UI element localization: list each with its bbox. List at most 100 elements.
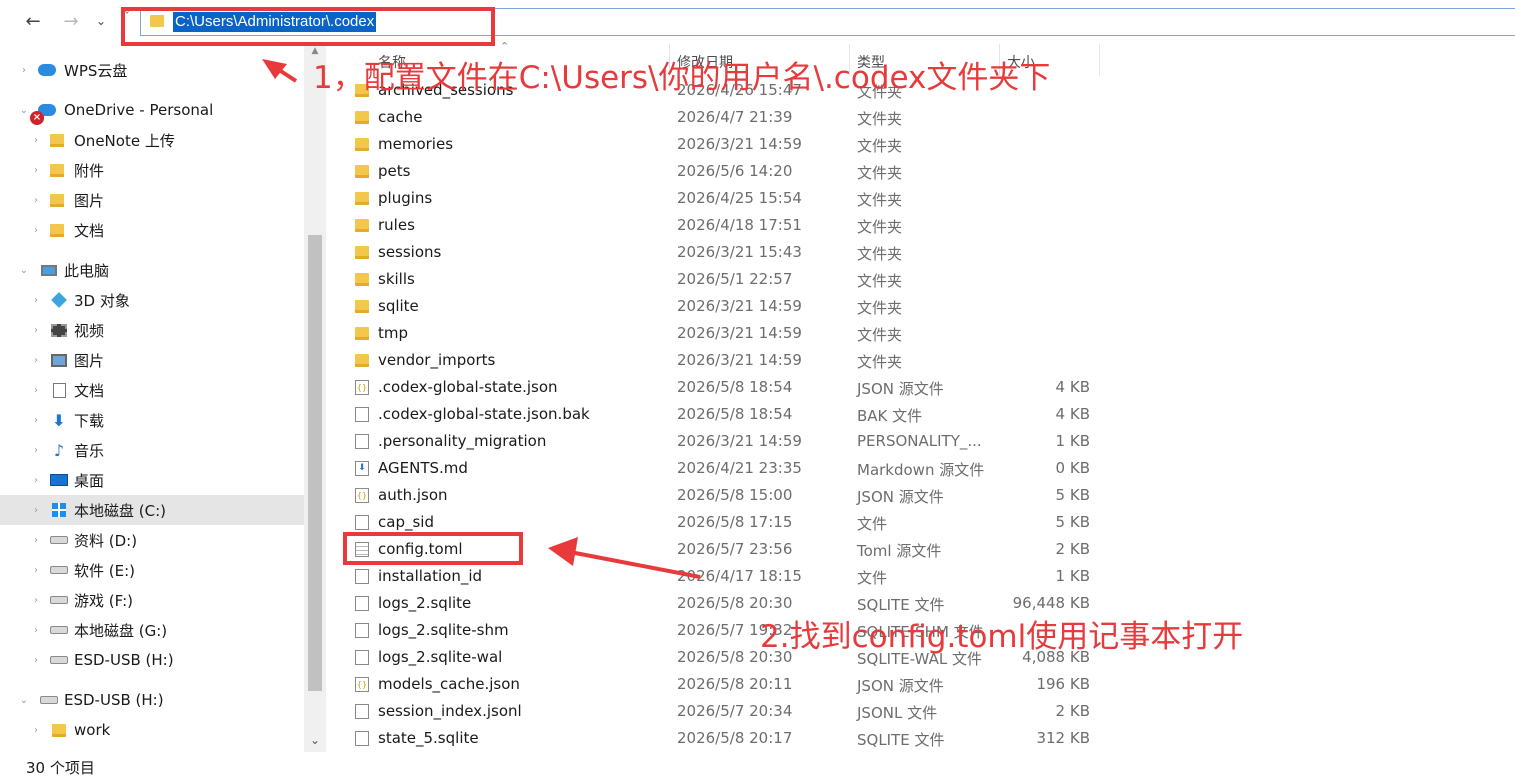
file-row[interactable]: cache 2026/4/7 21:39 文件夹 xyxy=(326,104,1515,131)
sidebar-item-videos[interactable]: › 视频 xyxy=(0,315,304,345)
file-row[interactable]: state_5.sqlite 2026/5/8 20:17 SQLITE 文件 312… xyxy=(326,725,1515,752)
file-row[interactable]: plugins 2026/4/25 15:54 文件夹 xyxy=(326,185,1515,212)
expand-arrow-icon[interactable]: ⌄ xyxy=(18,105,30,116)
expand-arrow-icon[interactable]: › xyxy=(30,535,42,546)
file-row[interactable]: ⬇ AGENTS.md 2026/4/21 23:35 Markdown 源文件 0 K… xyxy=(326,455,1515,482)
file-row[interactable]: sessions 2026/3/21 15:43 文件夹 xyxy=(326,239,1515,266)
file-size: 4 KB xyxy=(1055,378,1090,396)
file-row[interactable]: {} .codex-global-state.json 2026/5/8 18:54… xyxy=(326,374,1515,401)
file-name: pets xyxy=(378,162,411,180)
back-arrow-icon[interactable]: ← xyxy=(20,8,46,34)
sidebar-item-attachments[interactable]: › 附件 xyxy=(0,155,304,185)
file-name: logs_2.sqlite-shm xyxy=(378,621,509,639)
expand-arrow-icon[interactable]: › xyxy=(30,595,42,606)
sidebar-item-label: OneDrive - Personal xyxy=(64,101,214,119)
sidebar-item-onedrive-documents[interactable]: › 文档 xyxy=(0,215,304,245)
file-row[interactable]: sqlite 2026/3/21 14:59 文件夹 xyxy=(326,293,1515,320)
expand-arrow-icon[interactable]: ⌄ xyxy=(18,695,30,706)
sidebar-item-drive-g[interactable]: › 本地磁盘 (G:) xyxy=(0,615,304,645)
file-row[interactable]: session_index.jsonl 2026/5/7 20:34 JSONL 文… xyxy=(326,698,1515,725)
scroll-down-icon[interactable]: ⌄ xyxy=(304,728,326,752)
expand-arrow-icon[interactable]: › xyxy=(30,565,42,576)
sidebar-item-drive-f[interactable]: › 游戏 (F:) xyxy=(0,585,304,615)
file-row[interactable]: skills 2026/5/1 22:57 文件夹 xyxy=(326,266,1515,293)
sidebar-item-music[interactable]: › ♪ 音乐 xyxy=(0,435,304,465)
sidebar-item-onenote[interactable]: › OneNote 上传 xyxy=(0,125,304,155)
json-file-icon: {} xyxy=(355,488,369,503)
drive-icon xyxy=(50,532,68,548)
expand-arrow-icon[interactable]: › xyxy=(30,295,42,306)
file-date: 2026/5/8 18:54 xyxy=(677,378,793,396)
expand-arrow-icon[interactable]: › xyxy=(30,385,42,396)
expand-arrow-icon[interactable]: › xyxy=(18,65,30,76)
markdown-file-icon: ⬇ xyxy=(355,461,369,476)
file-row[interactable]: tmp 2026/3/21 14:59 文件夹 xyxy=(326,320,1515,347)
file-size: 2 KB xyxy=(1055,702,1090,720)
sidebar-item-label: 音乐 xyxy=(74,441,105,460)
sidebar-item-desktop[interactable]: › 桌面 xyxy=(0,465,304,495)
expand-arrow-icon[interactable]: ⌄ xyxy=(18,265,30,276)
sidebar-item-usb-h[interactable]: ⌄ ESD-USB (H:) xyxy=(0,685,304,715)
file-size: 5 KB xyxy=(1055,513,1090,531)
folder-icon xyxy=(355,165,369,178)
expand-arrow-icon[interactable]: › xyxy=(30,355,42,366)
file-icon xyxy=(355,515,369,530)
sidebar-item-onedrive-pictures[interactable]: › 图片 xyxy=(0,185,304,215)
file-icon xyxy=(355,407,369,422)
file-row[interactable]: memories 2026/3/21 14:59 文件夹 xyxy=(326,131,1515,158)
file-type: JSON 源文件 xyxy=(857,677,944,695)
sidebar-item-drive-c[interactable]: › 本地磁盘 (C:) xyxy=(0,495,304,525)
file-name: sessions xyxy=(378,243,442,261)
expand-arrow-icon[interactable]: › xyxy=(30,195,42,206)
file-type: 文件夹 xyxy=(857,164,903,182)
file-row[interactable]: .codex-global-state.json.bak 2026/5/8 18:… xyxy=(326,401,1515,428)
sidebar-item-wps-cloud[interactable]: › WPS云盘 xyxy=(0,55,304,85)
file-type: SQLITE 文件 xyxy=(857,731,945,749)
expand-arrow-icon[interactable]: › xyxy=(30,135,42,146)
file-row[interactable]: {} auth.json 2026/5/8 15:00 JSON 源文件 5 KB xyxy=(326,482,1515,509)
sidebar-item-label: 软件 (E:) xyxy=(74,561,136,580)
expand-arrow-icon[interactable]: › xyxy=(30,325,42,336)
file-size: 96,448 KB xyxy=(1012,594,1090,612)
file-date: 2026/3/21 14:59 xyxy=(677,324,802,342)
sidebar-item-drive-d[interactable]: › 资料 (D:) xyxy=(0,525,304,555)
expand-arrow-icon[interactable]: › xyxy=(30,165,42,176)
file-type: 文件夹 xyxy=(857,137,903,155)
file-row[interactable]: vendor_imports 2026/3/21 14:59 文件夹 xyxy=(326,347,1515,374)
file-size: 312 KB xyxy=(1036,729,1090,747)
expand-arrow-icon[interactable]: › xyxy=(30,415,42,426)
sidebar-item-drive-h[interactable]: › ESD-USB (H:) xyxy=(0,645,304,675)
file-row[interactable]: pets 2026/5/6 14:20 文件夹 xyxy=(326,158,1515,185)
expand-arrow-icon[interactable]: › xyxy=(30,505,42,516)
sidebar-item-work[interactable]: › work xyxy=(0,715,304,745)
expand-arrow-icon[interactable]: › xyxy=(30,655,42,666)
file-row[interactable]: installation_id 2026/4/17 18:15 文件 1 KB xyxy=(326,563,1515,590)
column-divider[interactable] xyxy=(1099,44,1100,76)
file-date: 2026/4/18 17:51 xyxy=(677,216,802,234)
sidebar-item-drive-e[interactable]: › 软件 (E:) xyxy=(0,555,304,585)
folder-icon xyxy=(355,246,369,259)
sidebar-item-pictures[interactable]: › 图片 xyxy=(0,345,304,375)
expand-arrow-icon[interactable]: › xyxy=(30,725,42,736)
sidebar-item-3d-objects[interactable]: › 3D 对象 xyxy=(0,285,304,315)
file-row[interactable]: {} models_cache.json 2026/5/8 20:11 JSON 源文… xyxy=(326,671,1515,698)
sidebar-item-downloads[interactable]: › ⬇ 下载 xyxy=(0,405,304,435)
file-date: 2026/5/8 17:15 xyxy=(677,513,793,531)
file-row[interactable]: .personality_migration 2026/3/21 14:59 PER… xyxy=(326,428,1515,455)
expand-arrow-icon[interactable]: › xyxy=(30,475,42,486)
sidebar-item-onedrive[interactable]: ⌄ × OneDrive - Personal xyxy=(0,95,304,125)
recent-locations-chevron-icon[interactable]: ⌄ xyxy=(88,8,114,34)
expand-arrow-icon[interactable]: › xyxy=(30,625,42,636)
file-icon xyxy=(355,731,369,746)
expand-arrow-icon[interactable]: › xyxy=(30,225,42,236)
sidebar-scrollbar-thumb[interactable] xyxy=(308,235,322,691)
file-name: AGENTS.md xyxy=(378,459,468,477)
folder-icon xyxy=(48,192,66,208)
forward-arrow-icon[interactable]: → xyxy=(58,8,84,34)
sidebar-item-documents[interactable]: › 文档 xyxy=(0,375,304,405)
expand-arrow-icon[interactable]: › xyxy=(30,445,42,456)
sidebar-item-this-pc[interactable]: ⌄ 此电脑 xyxy=(0,255,304,285)
file-name: state_5.sqlite xyxy=(378,729,479,747)
file-type: 文件夹 xyxy=(857,299,903,317)
file-row[interactable]: rules 2026/4/18 17:51 文件夹 xyxy=(326,212,1515,239)
